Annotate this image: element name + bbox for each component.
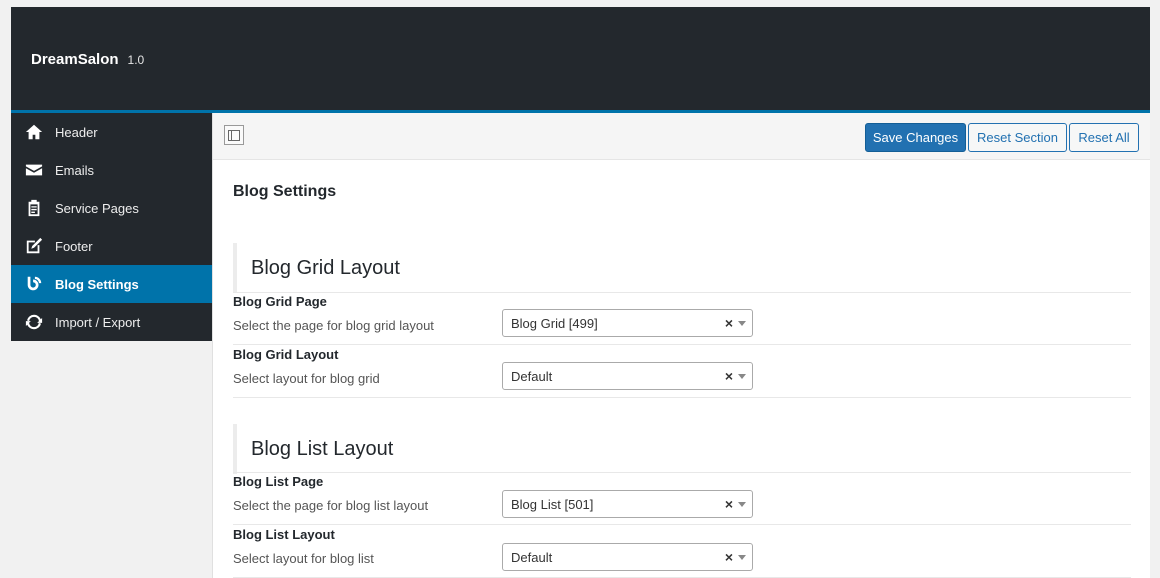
selected-value: Default: [511, 549, 553, 565]
toolbar: Save Changes Reset Section Reset All: [213, 113, 1150, 160]
chevron-down-icon: [738, 321, 746, 326]
save-changes-button[interactable]: Save Changes: [865, 123, 966, 152]
section-title-blog-grid-layout: Blog Grid Layout: [233, 243, 1131, 293]
sidebar: Header Emails Service Pages Footer Blog …: [11, 113, 212, 578]
envelope-icon: [24, 160, 44, 180]
sidebar-item-label: Header: [55, 124, 98, 140]
app-name: DreamSalon: [31, 51, 119, 68]
sidebar-item-blog-settings[interactable]: Blog Settings: [11, 265, 212, 303]
sidebar-item-label: Import / Export: [55, 314, 141, 330]
divider: [233, 292, 1131, 293]
refresh-icon: [24, 312, 44, 332]
app-version: 1.0: [127, 53, 145, 67]
field-label-blog-grid-page: Blog Grid Page: [233, 294, 327, 309]
sidebar-item-header[interactable]: Header: [11, 113, 212, 151]
sidebar-item-service-pages[interactable]: Service Pages: [11, 189, 212, 227]
field-label-blog-grid-layout: Blog Grid Layout: [233, 347, 339, 362]
sidebar-item-label: Emails: [55, 162, 95, 178]
sidebar-item-label: Service Pages: [55, 200, 139, 216]
expand-icon: [228, 129, 240, 141]
blog-grid-layout-select[interactable]: Default ×: [502, 362, 753, 390]
field-label-blog-list-page: Blog List Page: [233, 474, 324, 489]
field-desc-blog-grid-layout: Select layout for blog grid: [233, 371, 380, 386]
clear-selection-icon[interactable]: ×: [725, 497, 733, 511]
reset-all-button[interactable]: Reset All: [1069, 123, 1139, 152]
sidebar-item-emails[interactable]: Emails: [11, 151, 212, 189]
chevron-down-icon: [738, 555, 746, 560]
section-title-blog-list-layout: Blog List Layout: [233, 424, 1131, 474]
field-desc-blog-list-layout: Select layout for blog list: [233, 551, 374, 566]
edit-icon: [24, 236, 44, 256]
divider: [233, 524, 1131, 525]
clear-selection-icon[interactable]: ×: [725, 550, 733, 564]
reset-section-button[interactable]: Reset Section: [968, 123, 1067, 152]
chevron-down-icon: [738, 502, 746, 507]
sidebar-item-label: Footer: [55, 238, 93, 254]
clear-selection-icon[interactable]: ×: [725, 316, 733, 330]
blog-list-page-select[interactable]: Blog List [501] ×: [502, 490, 753, 518]
sidebar-item-import-export[interactable]: Import / Export: [11, 303, 212, 341]
selected-value: Blog Grid [499]: [511, 315, 598, 331]
clipboard-icon: [24, 198, 44, 218]
selected-value: Default: [511, 368, 553, 384]
field-label-blog-list-layout: Blog List Layout: [233, 527, 335, 542]
sidebar-item-footer[interactable]: Footer: [11, 227, 212, 265]
sidebar-nav: Header Emails Service Pages Footer Blog …: [11, 113, 212, 341]
home-icon: [24, 122, 44, 142]
blog-feed-icon: [24, 274, 44, 294]
expand-options-button[interactable]: [224, 125, 244, 145]
divider: [233, 472, 1131, 473]
options-panel: DreamSalon 1.0 Header Emails Service Pag…: [11, 7, 1150, 578]
divider: [233, 397, 1131, 398]
header-bar: DreamSalon 1.0: [11, 7, 1150, 113]
page-title: Blog Settings: [233, 183, 337, 200]
brand: DreamSalon 1.0: [31, 51, 144, 68]
blog-grid-page-select[interactable]: Blog Grid [499] ×: [502, 309, 753, 337]
main-content: Save Changes Reset Section Reset All Blo…: [213, 113, 1150, 578]
blog-list-layout-select[interactable]: Default ×: [502, 543, 753, 571]
selected-value: Blog List [501]: [511, 496, 594, 512]
sidebar-item-label: Blog Settings: [55, 276, 139, 292]
clear-selection-icon[interactable]: ×: [725, 369, 733, 383]
divider: [233, 344, 1131, 345]
field-desc-blog-grid-page: Select the page for blog grid layout: [233, 318, 434, 333]
field-desc-blog-list-page: Select the page for blog list layout: [233, 498, 429, 513]
chevron-down-icon: [738, 374, 746, 379]
